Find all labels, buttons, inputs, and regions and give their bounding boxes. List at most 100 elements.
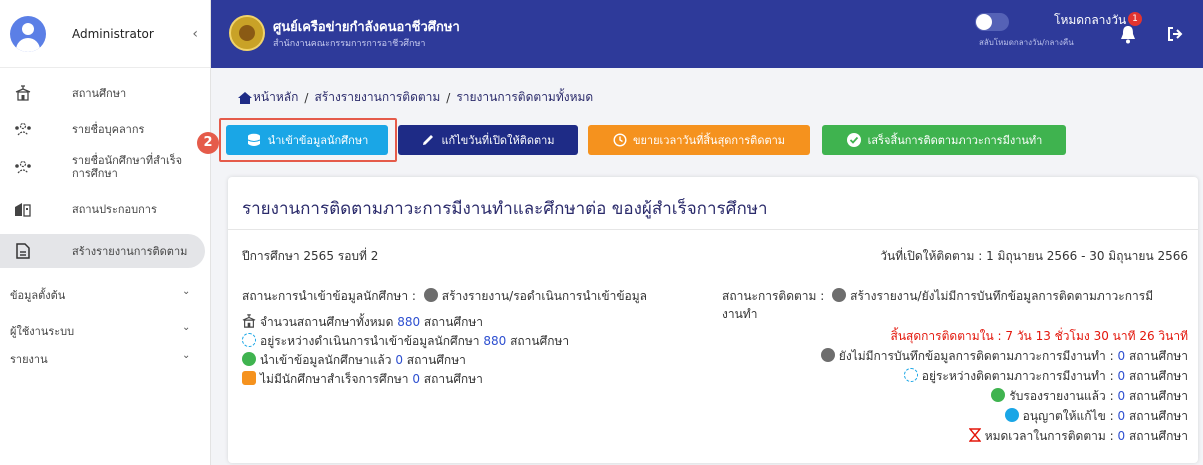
tracking-status-label: สถานะการติดตาม : xyxy=(722,289,825,303)
import-status-value: สร้างรายงาน/รอดำเนินการนำเข้าข้อมูล xyxy=(441,289,648,303)
sidebar-header: Administrator ‹ xyxy=(0,0,210,68)
organization-logo xyxy=(229,15,265,51)
organization-subtitle: สำนักงานคณะกรรมการการอาชีวศึกษา xyxy=(273,39,426,49)
collapse-sidebar-icon[interactable]: ‹ xyxy=(192,26,198,42)
stat-certified: รับรองรายงานแล้ว : 0 สถานศึกษา xyxy=(991,387,1188,406)
edit-circle-icon xyxy=(1004,408,1019,422)
stat-value: 880 xyxy=(483,334,507,348)
stat-timed-out: หมดเวลาในการติดตาม : 0 สถานศึกษา xyxy=(967,427,1188,446)
school-icon xyxy=(242,314,256,328)
edit-open-date-button[interactable]: แก้ไขวันที่เปิดให้ติดตาม xyxy=(398,125,578,155)
pending-icon xyxy=(423,288,438,302)
bell-icon[interactable] xyxy=(1119,24,1137,44)
extend-button-label: ขยายเวลาวันที่สิ้นสุดการติดตาม xyxy=(632,134,786,147)
import-status: สถานะการนำเข้าข้อมูลนักศึกษา : สร้างรายง… xyxy=(242,287,647,306)
user-alert-icon xyxy=(242,371,256,385)
stat-label: นำเข้าข้อมูลนักศึกษาแล้ว xyxy=(260,353,392,367)
step-number-badge: 2 xyxy=(197,132,219,154)
sidebar-group-label: ข้อมูลตั้งต้น xyxy=(10,289,66,302)
stat-unit: สถานศึกษา xyxy=(1128,369,1188,383)
sidebar-item-label: สถานประกอบการ xyxy=(72,202,157,216)
breadcrumb: หน้าหลัก / สร้างรายงานการติดตาม / รายงาน… xyxy=(237,88,593,107)
sidebar-group-initial-data[interactable]: ข้อมูลตั้งต้น ⌄ xyxy=(10,286,200,304)
building-icon xyxy=(14,200,32,218)
stat-total-schools: จำนวนสถานศึกษาทั้งหมด 880 สถานศึกษา xyxy=(242,313,483,332)
finish-tracking-button[interactable]: เสร็จสิ้นการติดตามภาวะการมีงานทำ xyxy=(822,125,1066,155)
stat-importing-schools: อยู่ระหว่างดำเนินการนำเข้าข้อมูลนักศึกษา… xyxy=(242,332,569,351)
sidebar-item-enterprises[interactable]: สถานประกอบการ xyxy=(0,198,211,220)
top-bar: ศูนย์เครือข่ายกำลังคนอาชีวศึกษา สำนักงาน… xyxy=(211,0,1203,68)
stat-unit: สถานศึกษา xyxy=(510,334,570,348)
tracking-status-value-cont: งานทำ xyxy=(722,307,758,321)
avatar[interactable] xyxy=(10,15,46,52)
stat-value: 880 xyxy=(397,315,421,329)
sidebar: Administrator ‹ สถานศึกษา รายชื่อบุคลากร… xyxy=(0,0,211,465)
stat-label: ยังไม่มีการบันทึกข้อมูลการติดตามภาวะการม… xyxy=(838,349,1114,363)
stat-value: 0 xyxy=(1117,389,1126,403)
stat-unit: สถานศึกษา xyxy=(1128,349,1188,363)
import-status-label: สถานะการนำเข้าข้อมูลนักศึกษา : xyxy=(242,289,416,303)
chevron-down-icon: ⌄ xyxy=(182,350,191,361)
stat-value: 0 xyxy=(395,353,403,367)
sidebar-group-label: ผู้ใช้งานระบบ xyxy=(10,325,75,338)
stat-label: หมดเวลาในการติดตาม : xyxy=(984,429,1114,443)
stat-no-graduates: ไม่มีนักศึกษาสำเร็จการศึกษา 0 สถานศึกษา xyxy=(242,370,483,389)
day-night-toggle[interactable] xyxy=(975,13,1009,31)
pending-icon xyxy=(832,288,847,302)
mode-label: โหมดกลางวัน xyxy=(1054,13,1127,27)
sidebar-group-reports[interactable]: รายงาน ⌄ xyxy=(10,350,200,368)
stat-unit: สถานศึกษา xyxy=(1128,389,1188,403)
hourglass-icon xyxy=(967,428,982,442)
chevron-down-icon: ⌄ xyxy=(182,286,191,297)
user-name: Administrator xyxy=(72,26,154,41)
sidebar-item-label: สร้างรายงานการติดตาม xyxy=(72,244,188,258)
import-button-label: นำเข้าข้อมูลนักศึกษา xyxy=(267,134,369,147)
stat-label: อนุญาตให้แก้ไข : xyxy=(1022,409,1114,423)
stat-unit: สถานศึกษา xyxy=(423,315,483,329)
sidebar-item-schools[interactable]: สถานศึกษา xyxy=(0,82,211,104)
breadcrumb-all-reports[interactable]: รายงานการติดตามทั้งหมด xyxy=(456,88,593,107)
extend-end-date-button[interactable]: ขยายเวลาวันที่สิ้นสุดการติดตาม xyxy=(588,125,810,155)
sidebar-group-label: รายงาน xyxy=(10,353,48,366)
notification-badge: 1 xyxy=(1128,12,1142,26)
stat-value: 0 xyxy=(412,372,420,386)
stat-label: ไม่มีนักศึกษาสำเร็จการศึกษา xyxy=(260,372,409,386)
stat-edit-allowed: อนุญาตให้แก้ไข : 0 สถานศึกษา xyxy=(1004,407,1188,426)
breadcrumb-create-report[interactable]: สร้างรายงานการติดตาม xyxy=(314,88,440,107)
countdown-timer: สิ้นสุดการติดตามใน : 7 วัน 13 ชั่วโมง 30… xyxy=(890,329,1188,343)
stat-no-record: ยังไม่มีการบันทึกข้อมูลการติดตามภาวะการม… xyxy=(820,347,1188,366)
divider xyxy=(228,229,1198,230)
tracking-status-value: สร้างรายงาน/ยังไม่มีการบันทึกข้อมูลการติ… xyxy=(850,289,1154,303)
check-badge-icon xyxy=(846,133,861,147)
stat-value: 0 xyxy=(1117,429,1126,443)
stat-value: 0 xyxy=(1117,349,1126,363)
mode-sub-label: สลับโหมดกลางวัน/กลางคืน xyxy=(979,38,1074,47)
sidebar-item-graduates[interactable]: รายชื่อนักศึกษาที่สำเร็จการศึกษา xyxy=(0,152,211,182)
stat-imported-schools: นำเข้าข้อมูลนักศึกษาแล้ว 0 สถานศึกษา xyxy=(242,351,466,370)
sidebar-item-label: รายชื่อบุคลากร xyxy=(72,122,145,136)
edit-button-label: แก้ไขวันที่เปิดให้ติดตาม xyxy=(441,134,555,147)
stat-unit: สถานศึกษา xyxy=(423,372,483,386)
sidebar-item-label: สถานศึกษา xyxy=(72,86,127,100)
breadcrumb-home[interactable]: หน้าหลัก xyxy=(253,88,298,107)
open-dates: วันที่เปิดให้ติดตาม : 1 มิถุนายน 2566 - … xyxy=(880,249,1188,263)
sidebar-item-create-report[interactable]: สร้างรายงานการติดตาม xyxy=(0,240,211,262)
breadcrumb-separator: / xyxy=(304,90,309,105)
stat-label: อยู่ระหว่างติดตามภาวะการมีงานทำ : xyxy=(921,369,1114,383)
stat-value: 0 xyxy=(1117,369,1126,383)
sidebar-group-users[interactable]: ผู้ใช้งานระบบ ⌄ xyxy=(10,322,200,340)
progress-icon xyxy=(903,368,918,382)
database-icon xyxy=(247,133,260,146)
finish-button-label: เสร็จสิ้นการติดตามภาวะการมีงานทำ xyxy=(867,134,1043,147)
logout-icon[interactable] xyxy=(1167,26,1183,42)
pencil-icon xyxy=(423,135,434,145)
import-students-button[interactable]: นำเข้าข้อมูลนักศึกษา xyxy=(226,125,388,155)
clock-icon xyxy=(242,333,256,347)
stat-label: รับรองรายงานแล้ว : xyxy=(1009,389,1114,403)
organization-title: ศูนย์เครือข่ายกำลังคนอาชีวศึกษา xyxy=(273,20,460,35)
stat-tracking-in-progress: อยู่ระหว่างติดตามภาวะการมีงานทำ : 0 สถาน… xyxy=(903,367,1188,386)
pending-icon xyxy=(820,348,835,362)
sidebar-item-personnel[interactable]: รายชื่อบุคลากร xyxy=(0,118,211,140)
home-icon xyxy=(238,91,252,104)
sidebar-item-label: รายชื่อนักศึกษาที่สำเร็จการศึกษา xyxy=(72,154,183,180)
